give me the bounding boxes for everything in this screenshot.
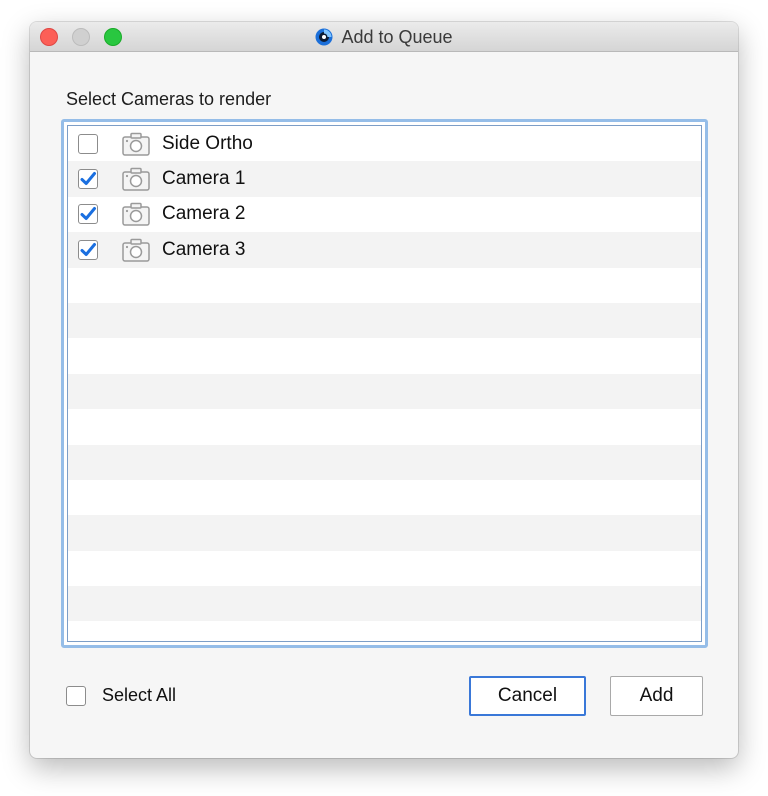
camera-checkbox[interactable] xyxy=(78,133,98,154)
camera-list-item[interactable]: Camera 3 xyxy=(68,232,701,268)
empty-list-row xyxy=(68,480,701,515)
title-bar: Add to Queue xyxy=(30,22,738,52)
camera-label: Camera 1 xyxy=(162,168,246,190)
empty-list-row xyxy=(68,373,701,410)
camera-label: Camera 3 xyxy=(162,238,246,260)
checkmark-icon xyxy=(80,172,96,186)
camera-checkbox[interactable] xyxy=(78,239,98,260)
camera-checkbox[interactable] xyxy=(78,169,98,190)
empty-list-row xyxy=(68,586,701,622)
add-button[interactable]: Add xyxy=(610,676,703,716)
select-cameras-heading: Select Cameras to render xyxy=(66,89,272,109)
camera-checkbox[interactable] xyxy=(78,204,98,225)
title-container: Add to Queue xyxy=(30,22,738,52)
empty-list-row xyxy=(68,338,701,373)
camera-icon xyxy=(122,132,150,156)
empty-list-row xyxy=(68,302,701,339)
add-to-queue-dialog: Add to Queue Select Cameras to render Si… xyxy=(30,22,738,758)
empty-list-row xyxy=(68,515,701,551)
select-all-control[interactable]: Select All xyxy=(66,685,176,706)
camera-icon xyxy=(122,203,150,227)
camera-list-item[interactable]: Camera 1 xyxy=(68,161,701,197)
select-all-label: Select All xyxy=(102,685,177,705)
camera-list-item[interactable]: Camera 2 xyxy=(68,197,701,232)
empty-list-row xyxy=(68,444,701,480)
camera-icon xyxy=(122,238,150,262)
window-title: Add to Queue xyxy=(341,26,453,47)
checkmark-icon xyxy=(80,242,96,256)
camera-label: Camera 2 xyxy=(162,203,246,225)
select-all-checkbox[interactable] xyxy=(66,685,86,706)
camera-list[interactable]: Side Ortho Camera 1 Camera 2 Camera 3 xyxy=(61,119,708,648)
empty-list-row xyxy=(68,409,701,444)
camera-icon xyxy=(122,167,150,191)
empty-list-row xyxy=(68,268,701,303)
empty-list-row xyxy=(68,551,701,586)
app-logo-icon xyxy=(315,28,333,46)
camera-list-body: Side Ortho Camera 1 Camera 2 Camera 3 xyxy=(67,125,702,642)
camera-list-item[interactable]: Side Ortho xyxy=(68,126,701,161)
checkmark-icon xyxy=(80,207,96,221)
cancel-button[interactable]: Cancel xyxy=(469,676,586,716)
camera-label: Side Ortho xyxy=(162,132,253,154)
